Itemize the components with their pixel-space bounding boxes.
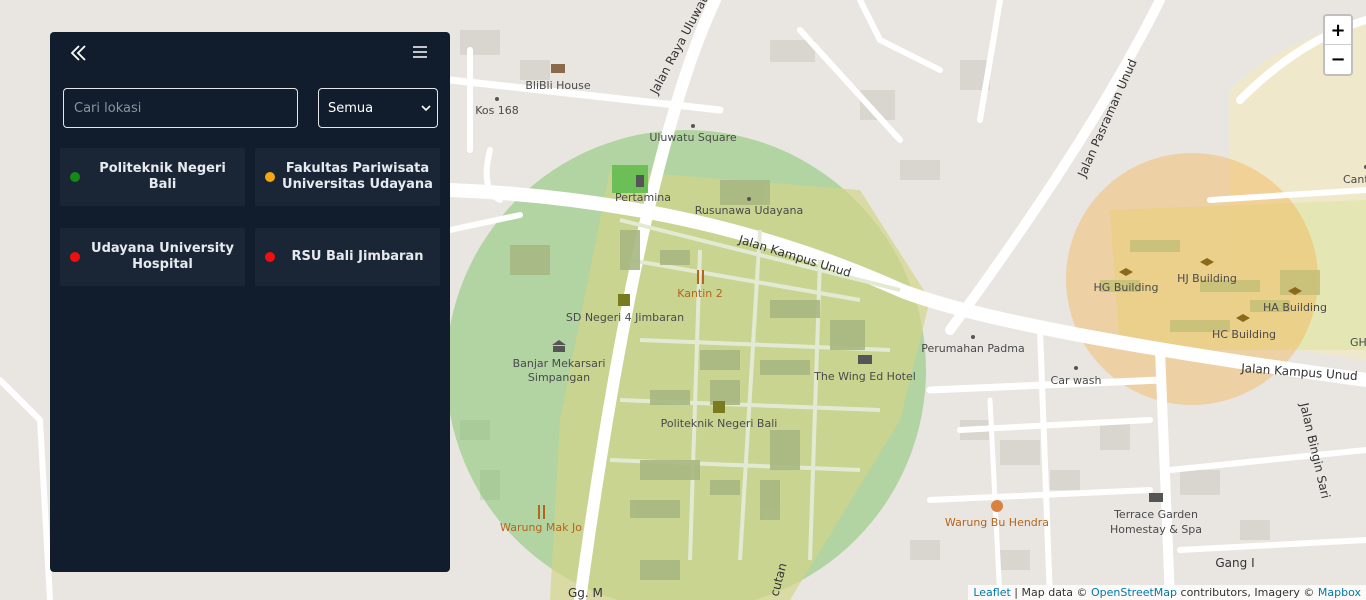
point-marker [1074, 366, 1078, 370]
school-icon [713, 401, 725, 413]
category-select-value: Semua [328, 101, 374, 116]
poi-label: Homestay & Spa [1110, 523, 1202, 536]
poi-label: Uluwatu Square [649, 131, 737, 144]
poi-label: GH [1350, 336, 1366, 349]
poi-label: Rusunawa Udayana [695, 204, 804, 217]
poi-label: HG Building [1094, 281, 1159, 294]
poi-label: HJ Building [1177, 272, 1237, 285]
location-panel: Semua Politeknik Negeri Bali Fakultas Pa… [50, 32, 450, 572]
poi-label: HA Building [1263, 301, 1327, 314]
poi-label: Kos 168 [475, 104, 519, 117]
status-dot [70, 252, 80, 262]
location-card[interactable]: Fakultas Pariwisata Universitas Udayana [255, 148, 440, 206]
point-marker [691, 124, 695, 128]
zoom-in-button[interactable]: + [1325, 16, 1351, 45]
location-card[interactable]: RSU Bali Jimbaran [255, 228, 440, 286]
zoom-out-button[interactable]: − [1325, 45, 1351, 74]
osm-link[interactable]: OpenStreetMap [1091, 586, 1177, 599]
status-dot [70, 172, 80, 182]
attribution-text: | Map data © [1014, 586, 1088, 599]
poi-label: Warung Bu Hendra [945, 516, 1049, 529]
location-name: Fakultas Pariwisata Universitas Udayana [282, 161, 433, 192]
fuel-icon [612, 165, 648, 193]
location-card[interactable]: Politeknik Negeri Bali [60, 148, 245, 206]
poi-label: BliBli House [525, 79, 591, 92]
poi-label: Kantin 2 [677, 287, 723, 300]
zoom-control: + − [1323, 14, 1353, 76]
poi-label: Cant [1343, 173, 1366, 186]
status-dot [265, 172, 275, 182]
food-icon [991, 500, 1003, 512]
road-label: Gg. M [568, 586, 603, 600]
point-marker [747, 197, 751, 201]
lodging-icon [551, 64, 565, 73]
poi-label: HC Building [1212, 328, 1276, 341]
attribution-text: contributors, Imagery © [1180, 586, 1315, 599]
chevron-down-icon [421, 105, 431, 112]
poi-label: Politeknik Negeri Bali [661, 417, 778, 430]
lodging-icon [1149, 493, 1163, 502]
road-label: Gang I [1215, 556, 1254, 570]
hamburger-icon[interactable] [412, 44, 428, 60]
poi-label: Banjar Mekarsari [513, 357, 606, 370]
location-name: Udayana University Hospital [91, 241, 234, 272]
poi-label: Terrace Garden [1113, 508, 1198, 521]
search-input[interactable] [63, 88, 298, 128]
map-attribution: Leaflet | Map data © OpenStreetMap contr… [968, 585, 1366, 600]
panel-header [50, 32, 450, 76]
location-name: RSU Bali Jimbaran [291, 249, 424, 264]
poi-label: Warung Mak Jo [500, 521, 582, 534]
leaflet-link[interactable]: Leaflet [973, 586, 1010, 599]
location-card[interactable]: Udayana University Hospital [60, 228, 245, 286]
point-marker [495, 97, 499, 101]
poi-label: SD Negeri 4 Jimbaran [566, 311, 684, 324]
school-icon [618, 294, 630, 306]
mapbox-link[interactable]: Mapbox [1318, 586, 1361, 599]
point-marker [971, 335, 975, 339]
poi-label: Simpangan [528, 371, 590, 384]
double-chevron-left-icon[interactable] [68, 42, 90, 64]
lodging-icon [858, 355, 872, 364]
poi-label: The Wing Ed Hotel [813, 370, 916, 383]
poi-label: Perumahan Padma [921, 342, 1024, 355]
category-select[interactable]: Semua [318, 88, 438, 128]
poi-label: Car wash [1051, 374, 1102, 387]
status-dot [265, 252, 275, 262]
poi-label: Pertamina [615, 191, 671, 204]
location-name: Politeknik Negeri Bali [99, 161, 226, 192]
